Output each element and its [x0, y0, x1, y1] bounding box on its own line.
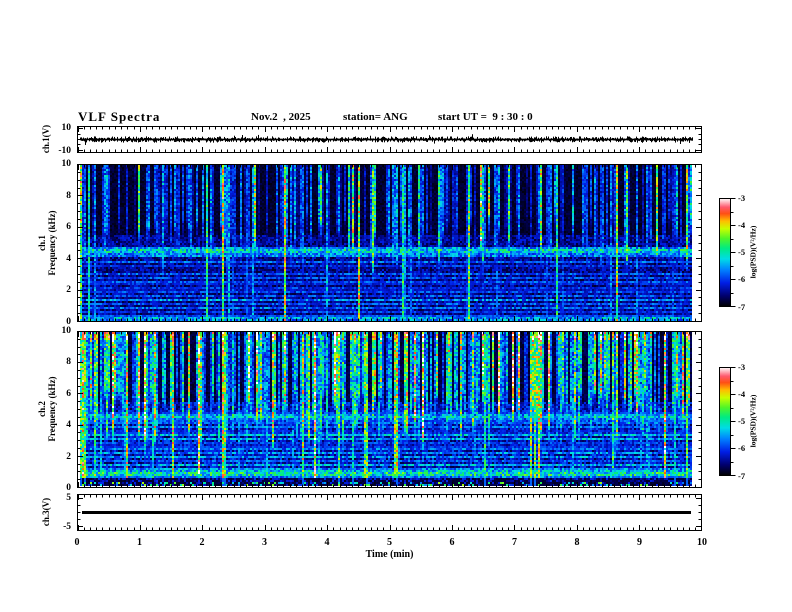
x-tick-label: 6 — [449, 537, 455, 548]
y-tick-label: 5 — [66, 493, 71, 504]
ch1-waveform-panel — [77, 126, 702, 153]
ch3-voltage-label: ch.3(V) — [41, 497, 51, 527]
colorbar-tick-label: -4 — [738, 388, 746, 399]
colorbar-tick-label: -7 — [738, 301, 746, 312]
ch2-label: ch.2 — [37, 401, 47, 417]
ch3-waveform-canvas — [77, 494, 702, 531]
colorbar-tick-label: -5 — [738, 416, 746, 426]
station-label: station= ANG — [343, 111, 408, 123]
figure-date: Nov.2 , 2025 — [251, 111, 311, 123]
colorbar-tick-label: -6 — [738, 274, 746, 285]
time-axis-label: Time (min) — [365, 549, 414, 560]
colorbar-tick-label: -3 — [738, 361, 746, 372]
colorbar-tick-label: -4 — [738, 219, 746, 230]
colorbar-tick-label: -7 — [738, 470, 746, 481]
y-tick-label: 0 — [66, 483, 71, 493]
y-tick-label: 8 — [66, 190, 71, 201]
colorbar-tick-label: -3 — [738, 192, 746, 203]
x-tick-label: 4 — [324, 537, 330, 548]
ch1-spectrogram-canvas — [77, 164, 702, 322]
figure-title: VLF Spectra — [78, 109, 161, 124]
y-tick-label: -5 — [63, 521, 71, 532]
y-tick-label: 2 — [66, 451, 71, 462]
ch1-colorbar — [719, 198, 737, 307]
x-tick-label: 3 — [262, 537, 267, 548]
x-tick-label: 9 — [637, 537, 642, 548]
ch2-psd-label: log(PSD)(V²/Hz) — [748, 394, 758, 448]
x-tick-label: 10 — [697, 537, 707, 548]
y-tick-label: 10 — [61, 326, 72, 336]
x-tick-label: 1 — [137, 537, 142, 548]
y-tick-label: 2 — [66, 285, 71, 296]
ch1-psd-label: log(PSD)(V²/Hz) — [748, 225, 758, 279]
colorbar-tick-label: -5 — [738, 247, 746, 257]
y-tick-label: 6 — [66, 388, 71, 399]
ch1-colorbar-canvas — [719, 198, 737, 307]
x-tick-label: 2 — [199, 537, 205, 548]
x-tick-label: 0 — [74, 537, 80, 548]
colorbar-tick-label: -6 — [738, 443, 746, 454]
ch2-spectrogram-canvas — [77, 331, 702, 488]
ch2-spectrogram-panel — [77, 331, 702, 488]
ch1-label: ch.1 — [37, 235, 47, 251]
y-tick-label: 10 — [61, 123, 72, 134]
time-axis-ticks: 0 1 2 3 4 5 6 7 8 9 10 — [74, 537, 708, 549]
ch2-colorbar — [719, 367, 737, 476]
x-tick-label: 8 — [574, 537, 580, 548]
x-tick-label: 7 — [512, 537, 517, 548]
vlf-spectra-figure: VLF Spectra Nov.2 , 2025 station= ANG st… — [0, 0, 792, 612]
ch2-colorbar-canvas — [719, 367, 737, 476]
y-tick-label: -10 — [58, 145, 71, 156]
ch3-waveform-panel — [77, 494, 702, 531]
ch1-voltage-label: ch.1(V) — [41, 124, 51, 154]
y-tick-label: 10 — [61, 159, 72, 169]
start-ut-label: start UT = 9 : 30 : 0 — [438, 111, 533, 123]
y-tick-label: 4 — [66, 253, 71, 264]
ch1-waveform-canvas — [77, 126, 702, 153]
x-tick-label: 5 — [387, 537, 392, 548]
ch1-spectrogram-panel — [77, 164, 702, 322]
ch1-frequency-axis-label: Frequency (kHz) — [47, 210, 57, 276]
ch2-frequency-axis-label: Frequency (kHz) — [47, 376, 57, 442]
y-tick-label: 6 — [66, 222, 71, 233]
y-tick-label: 4 — [66, 420, 71, 431]
y-tick-label: 8 — [66, 357, 71, 368]
